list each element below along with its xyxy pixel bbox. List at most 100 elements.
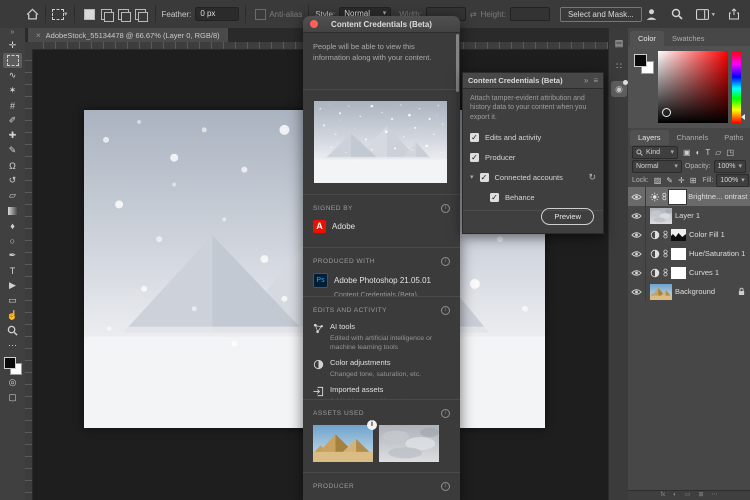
- type-tool[interactable]: T: [3, 263, 22, 278]
- hue-slider[interactable]: [732, 51, 741, 123]
- preview-button[interactable]: Preview: [541, 208, 594, 225]
- lock-move-icon[interactable]: ✛: [678, 176, 685, 185]
- lock-paint-icon[interactable]: ✎: [666, 176, 673, 185]
- filter-type-icon[interactable]: T: [705, 148, 710, 157]
- visibility-eye-icon[interactable]: [631, 193, 642, 201]
- behance-option[interactable]: Behance: [463, 187, 603, 207]
- new-selection-button[interactable]: [84, 9, 95, 20]
- foreground-color-swatch[interactable]: [634, 54, 647, 67]
- filter-pixel-icon[interactable]: ▣: [683, 148, 691, 157]
- mask-link-icon[interactable]: [662, 192, 667, 201]
- tab-channels[interactable]: Channels: [669, 130, 717, 145]
- marquee-tool-icon[interactable]: [52, 9, 64, 20]
- subtract-selection-button[interactable]: [118, 9, 129, 20]
- add-selection-button[interactable]: [101, 9, 112, 20]
- close-window-button[interactable]: [310, 20, 318, 28]
- edit-toolbar-button[interactable]: ⋯: [3, 338, 22, 353]
- history-brush-tool[interactable]: ↺: [3, 173, 22, 188]
- brush-tool[interactable]: ✎: [3, 143, 22, 158]
- foreground-background-colors[interactable]: [4, 357, 22, 375]
- checkbox-checked-icon[interactable]: [470, 153, 479, 162]
- visibility-eye-icon[interactable]: [631, 288, 642, 296]
- tab-color[interactable]: Color: [630, 31, 664, 46]
- filter-shape-icon[interactable]: ▱: [715, 148, 721, 157]
- connected-accounts-option[interactable]: ▾ Connected accounts ↻: [463, 167, 603, 187]
- mask-link-icon[interactable]: [663, 230, 668, 239]
- refresh-icon[interactable]: ↻: [588, 172, 596, 183]
- hue-slider-handle[interactable]: [741, 114, 745, 120]
- mask-link-icon[interactable]: [663, 268, 668, 277]
- info-icon[interactable]: [441, 257, 450, 266]
- window-titlebar[interactable]: Content Credentials (Beta): [303, 16, 460, 33]
- zoom-tool[interactable]: [3, 323, 22, 338]
- layer-mask-thumbnail[interactable]: [670, 191, 685, 203]
- quick-mask-button[interactable]: ◎: [3, 375, 22, 390]
- layer-mask-thumbnail[interactable]: [671, 229, 686, 241]
- adjustments-panel-icon[interactable]: ∷: [611, 58, 627, 74]
- layer-row-layer-1[interactable]: Layer 1: [628, 206, 750, 225]
- layer-name[interactable]: Layer 1: [675, 211, 700, 220]
- hand-tool[interactable]: ☝: [3, 308, 22, 323]
- foreground-color-swatch[interactable]: [4, 357, 16, 369]
- info-icon[interactable]: [441, 409, 450, 418]
- filter-kind-select[interactable]: Kind ▾: [632, 146, 678, 159]
- edits-activity-option[interactable]: Edits and activity: [463, 127, 603, 147]
- lock-artboard-icon[interactable]: ⊞: [690, 176, 697, 185]
- blur-tool[interactable]: ♦: [3, 218, 22, 233]
- properties-panel-icon[interactable]: ▤: [611, 35, 627, 51]
- filter-smart-object-icon[interactable]: ◳: [726, 148, 734, 157]
- visibility-eye-icon[interactable]: [631, 212, 642, 220]
- layer-row-background[interactable]: Background: [628, 282, 750, 301]
- adjustment-icon[interactable]: ◐: [673, 491, 677, 500]
- intersect-selection-button[interactable]: [135, 9, 146, 20]
- layer-name[interactable]: Curves 1: [689, 268, 719, 277]
- share-icon[interactable]: [728, 8, 740, 20]
- move-tool[interactable]: ✛: [3, 38, 22, 53]
- eyedropper-tool[interactable]: ✐: [3, 113, 22, 128]
- visibility-eye-icon[interactable]: [631, 231, 642, 239]
- blend-mode-select[interactable]: Normal ▾: [632, 160, 682, 173]
- tab-layers[interactable]: Layers: [630, 130, 669, 145]
- opacity-select[interactable]: 100% ▾: [714, 160, 746, 173]
- select-and-mask-button[interactable]: Select and Mask...: [560, 7, 642, 22]
- screen-mode-button[interactable]: ▢: [3, 390, 22, 405]
- new-layer-icon[interactable]: ⊞: [698, 491, 703, 500]
- search-icon[interactable]: [671, 8, 683, 20]
- tab-swatches[interactable]: Swatches: [664, 31, 713, 46]
- shape-tool[interactable]: ▭: [3, 293, 22, 308]
- visibility-eye-icon[interactable]: [631, 250, 642, 258]
- checkbox-checked-icon[interactable]: [470, 133, 479, 142]
- quick-selection-tool[interactable]: ✶: [3, 83, 22, 98]
- dodge-tool[interactable]: ○: [3, 233, 22, 248]
- chevron-down-icon[interactable]: ▾: [64, 10, 68, 18]
- scrollbar-thumb[interactable]: [456, 34, 459, 92]
- content-credentials-panel-icon[interactable]: ◉: [611, 81, 627, 97]
- mask-link-icon[interactable]: [663, 249, 668, 258]
- lock-transparency-icon[interactable]: ▨: [654, 176, 662, 185]
- pen-tool[interactable]: ✒: [3, 248, 22, 263]
- checkbox-checked-icon[interactable]: [490, 193, 499, 202]
- share-profile-icon[interactable]: [645, 8, 658, 21]
- path-selection-tool[interactable]: ▶: [3, 278, 22, 293]
- layer-name[interactable]: Brightne... ontrast 1: [688, 192, 750, 201]
- saturation-brightness-field[interactable]: [658, 51, 728, 123]
- asset-thumbnail-clouds[interactable]: [379, 425, 439, 462]
- info-icon[interactable]: [441, 306, 450, 315]
- workspace-switcher[interactable]: ▾: [696, 9, 715, 20]
- layer-name[interactable]: Color Fill 1: [689, 230, 725, 239]
- info-icon[interactable]: [441, 482, 450, 491]
- healing-brush-tool[interactable]: ✚: [3, 128, 22, 143]
- layer-row-hue-saturation[interactable]: Hue/Saturation 1: [628, 244, 750, 263]
- gradient-tool[interactable]: [3, 203, 22, 218]
- chevron-down-icon[interactable]: ▾: [470, 173, 474, 181]
- layer-name[interactable]: Background: [675, 287, 715, 296]
- layer-thumbnail[interactable]: [650, 208, 672, 224]
- layer-mask-thumbnail[interactable]: [671, 267, 686, 279]
- fill-select[interactable]: 100% ▾: [716, 174, 748, 187]
- filter-adjustment-icon[interactable]: ◐: [696, 148, 701, 157]
- foreground-background-colors[interactable]: [634, 54, 656, 76]
- clone-stamp-tool[interactable]: Ω: [3, 158, 22, 173]
- checkbox-checked-icon[interactable]: [480, 173, 489, 182]
- more-icon[interactable]: ⋯: [712, 491, 718, 500]
- crop-tool[interactable]: #: [3, 98, 22, 113]
